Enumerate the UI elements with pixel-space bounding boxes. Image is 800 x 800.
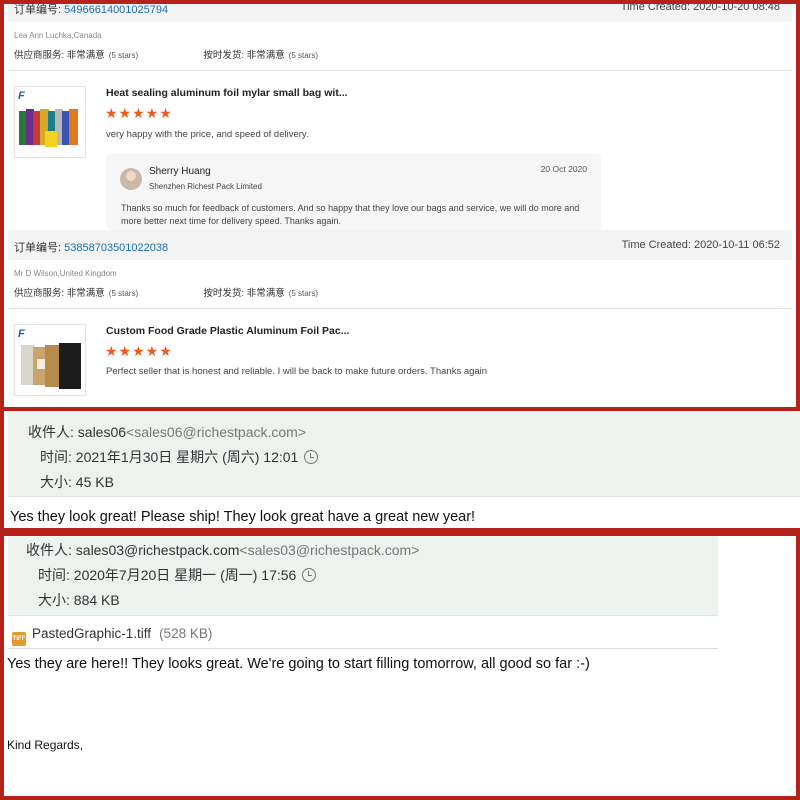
time-created: Time Created: 2020-10-11 06:52 — [621, 239, 780, 251]
recipient-name[interactable]: sales06 — [78, 424, 126, 440]
order-number-row: 订单编号: 5496661400102579​4 — [14, 4, 168, 17]
order-header: 订单编号: 5496661400102579​4 Time Created: 2… — [8, 1, 792, 22]
size-row: 大小: 45 KB — [40, 472, 114, 492]
email-panel: 收件人: sales06<sales06@richestpack.com> 时间… — [0, 407, 800, 532]
product-thumbnail[interactable]: F — [14, 86, 86, 158]
attachment-item[interactable]: TIFF PastedGraphic-1.tiff (528 KB) — [12, 626, 212, 646]
size-label: 大小: — [40, 474, 72, 490]
divider — [8, 648, 718, 649]
service-ratings: 供应商服务: 非常满意 (5 stars) 按时发货: 非常满意 (5 stars) — [14, 288, 319, 299]
order-reviews-panel: 订单编号: 5496661400102579​4 Time Created: 2… — [0, 0, 800, 411]
attachment-size: (528 KB) — [159, 626, 213, 641]
history-clock-icon[interactable] — [302, 568, 317, 582]
time-row: 时间: 2021年1月30日 星期六 (周六) 12:01 — [40, 447, 319, 467]
service-ratings: 供应商服务: 非常满意 (5 stars) 按时发货: 非常满意 (5 stars) — [14, 50, 319, 61]
brand-logo-icon: F — [18, 328, 25, 340]
buyer-name: Mr D Wilson,United Kingdom — [14, 269, 117, 278]
size-row: 大小: 884 KB — [38, 590, 120, 610]
email-body: Yes they are here!! They looks great. We… — [7, 656, 590, 672]
time-label: 时间: — [40, 449, 72, 465]
email-signoff: Kind Regards, — [7, 738, 84, 752]
order-number-link[interactable]: 5496661400102579​4 — [64, 4, 168, 16]
time-row: 时间: 2020年7月20日 星期一 (周一) 17:56 — [38, 565, 317, 585]
divider — [8, 70, 792, 71]
email-panel: 收件人: sales03@richestpack.com<sales03@ric… — [0, 532, 800, 800]
attachment-name[interactable]: PastedGraphic-1.tiff — [32, 626, 151, 641]
time-label: 时间: — [38, 567, 70, 583]
rating-stars: ★★★★★ — [105, 343, 173, 359]
time-value: 2021年1月30日 星期六 (周六) 12:01 — [75, 449, 299, 465]
recipient-label: 收件人: — [26, 542, 72, 558]
recipient-name[interactable]: sales03@richestpack.com — [76, 542, 240, 558]
email-body: Yes they look great! Please ship! They l… — [10, 509, 476, 525]
buyer-name: Lea Ann Luchka,Canada — [14, 31, 102, 40]
size-value: 45 KB — [75, 474, 114, 490]
product-title[interactable]: Custom Food Grade Plastic Aluminum Foil … — [106, 325, 349, 337]
order-label: 订单编号: — [14, 242, 62, 254]
recipient-address: <sales06@richestpack.com> — [126, 424, 307, 440]
time-created: Time Created: 2020-10-20 08:48 — [620, 1, 780, 13]
reply-company: Shenzhen Richest Pack Limited — [149, 182, 262, 191]
size-value: 884 KB — [73, 592, 120, 608]
reply-author: Sherry Huang — [149, 166, 211, 177]
reply-date: 20 Oct 2020 — [540, 164, 587, 174]
avatar — [120, 168, 142, 190]
history-clock-icon[interactable] — [304, 450, 319, 464]
size-label: 大小: — [38, 592, 70, 608]
order-number-link[interactable]: 53858703501022038 — [64, 242, 168, 254]
email-header: 收件人: sales06<sales06@richestpack.com> 时间… — [8, 411, 800, 497]
order-label: 订单编号: — [14, 4, 62, 16]
brand-logo-icon: F — [18, 90, 25, 102]
review-text: very happy with the price, and speed of … — [106, 129, 309, 140]
product-thumbnail[interactable]: F — [14, 324, 86, 396]
seller-reply: Sherry Huang Shenzhen Richest Pack Limit… — [106, 154, 601, 230]
recipient-row: 收件人: sales06<sales06@richestpack.com> — [28, 422, 306, 442]
review-text: Perfect seller that is honest and reliab… — [106, 366, 488, 377]
rating-stars: ★★★★★ — [105, 105, 173, 121]
order-header: 订单编号: 53858703501022038 Time Created: 20… — [8, 230, 792, 260]
recipient-row: 收件人: sales03@richestpack.com<sales03@ric… — [26, 540, 419, 560]
time-value: 2020年7月20日 星期一 (周一) 17:56 — [73, 567, 297, 583]
divider — [8, 308, 792, 309]
reply-text: Thanks so much for feedback of customers… — [121, 203, 580, 226]
recipient-label: 收件人: — [28, 424, 74, 440]
recipient-address: <sales03@richestpack.com> — [239, 542, 420, 558]
email-header: 收件人: sales03@richestpack.com<sales03@ric… — [8, 536, 718, 616]
product-title[interactable]: Heat sealing aluminum foil mylar small b… — [106, 87, 348, 99]
order-number-row: 订单编号: 53858703501022038 — [14, 239, 168, 255]
tiff-file-icon: TIFF — [12, 632, 26, 646]
